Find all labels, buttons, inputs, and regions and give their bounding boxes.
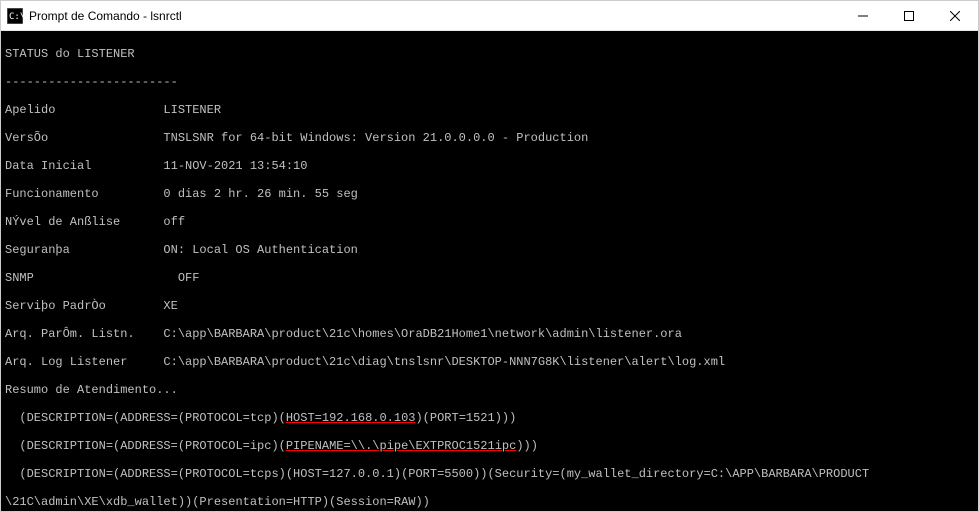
endpoint-3b: \21C\admin\XE\xdb_wallet))(Presentation=… <box>5 495 974 509</box>
trace-row: NÝvel de Anßliseoff <box>5 215 974 229</box>
snmp-value: OFF <box>178 271 200 285</box>
param-file-value: C:\app\BARBARA\product\21c\homes\OraDB21… <box>163 327 681 341</box>
maximize-button[interactable] <box>886 1 932 30</box>
param-file-row: Arq. ParÔm. Listn.C:\app\BARBARA\product… <box>5 327 974 341</box>
log-file-label: Arq. Log Listener <box>5 355 163 369</box>
endpoint-2: (DESCRIPTION=(ADDRESS=(PROTOCOL=ipc)(PIP… <box>5 439 974 453</box>
version-label: VersÕo <box>5 131 163 145</box>
svg-text:C:\: C:\ <box>9 12 23 22</box>
startdate-label: Data Inicial <box>5 159 163 173</box>
host-highlight: HOST=192.168.0.103 <box>286 411 416 425</box>
snmp-label: SNMP <box>5 271 163 285</box>
version-value: TNSLSNR for 64-bit Windows: Version 21.0… <box>163 131 588 145</box>
default-service-value: XE <box>163 299 177 313</box>
snmp-row: SNMP OFF <box>5 271 974 285</box>
pipe-highlight-2: EXTPROC1521ipc <box>415 439 516 453</box>
cmd-icon: C:\ <box>7 8 23 24</box>
default-service-row: Serviþo PadrÒoXE <box>5 299 974 313</box>
default-service-label: Serviþo PadrÒo <box>5 299 163 313</box>
version-row: VersÕoTNSLSNR for 64-bit Windows: Versio… <box>5 131 974 145</box>
startdate-row: Data Inicial11-NOV-2021 13:54:10 <box>5 159 974 173</box>
log-file-row: Arq. Log ListenerC:\app\BARBARA\product\… <box>5 355 974 369</box>
summary-header: Resumo de Atendimento... <box>5 383 974 397</box>
log-file-value: C:\app\BARBARA\product\21c\diag\tnslsnr\… <box>163 355 725 369</box>
pipe-highlight-1: PIPENAME=\\.\pipe\ <box>286 439 416 453</box>
endpoint-1: (DESCRIPTION=(ADDRESS=(PROTOCOL=tcp)(HOS… <box>5 411 974 425</box>
status-header: STATUS do LISTENER <box>5 47 974 61</box>
alias-row: ApelidoLISTENER <box>5 103 974 117</box>
window-title: Prompt de Comando - lsnrctl <box>29 9 840 23</box>
divider: ------------------------ <box>5 75 974 89</box>
param-file-label: Arq. ParÔm. Listn. <box>5 327 163 341</box>
window-controls <box>840 1 978 30</box>
terminal-output[interactable]: STATUS do LISTENER ---------------------… <box>1 31 978 511</box>
close-button[interactable] <box>932 1 978 30</box>
security-label: Seguranþa <box>5 243 163 257</box>
security-row: SeguranþaON: Local OS Authentication <box>5 243 974 257</box>
trace-label: NÝvel de Anßlise <box>5 215 163 229</box>
cmd-window: C:\ Prompt de Comando - lsnrctl STATUS d… <box>0 0 979 512</box>
titlebar[interactable]: C:\ Prompt de Comando - lsnrctl <box>1 1 978 31</box>
endpoint-3a: (DESCRIPTION=(ADDRESS=(PROTOCOL=tcps)(HO… <box>5 467 974 481</box>
alias-label: Apelido <box>5 103 163 117</box>
uptime-row: Funcionamento0 dias 2 hr. 26 min. 55 seg <box>5 187 974 201</box>
uptime-value: 0 dias 2 hr. 26 min. 55 seg <box>163 187 357 201</box>
trace-value: off <box>163 215 185 229</box>
security-value: ON: Local OS Authentication <box>163 243 357 257</box>
uptime-label: Funcionamento <box>5 187 163 201</box>
alias-value: LISTENER <box>163 103 221 117</box>
startdate-value: 11-NOV-2021 13:54:10 <box>163 159 307 173</box>
minimize-button[interactable] <box>840 1 886 30</box>
